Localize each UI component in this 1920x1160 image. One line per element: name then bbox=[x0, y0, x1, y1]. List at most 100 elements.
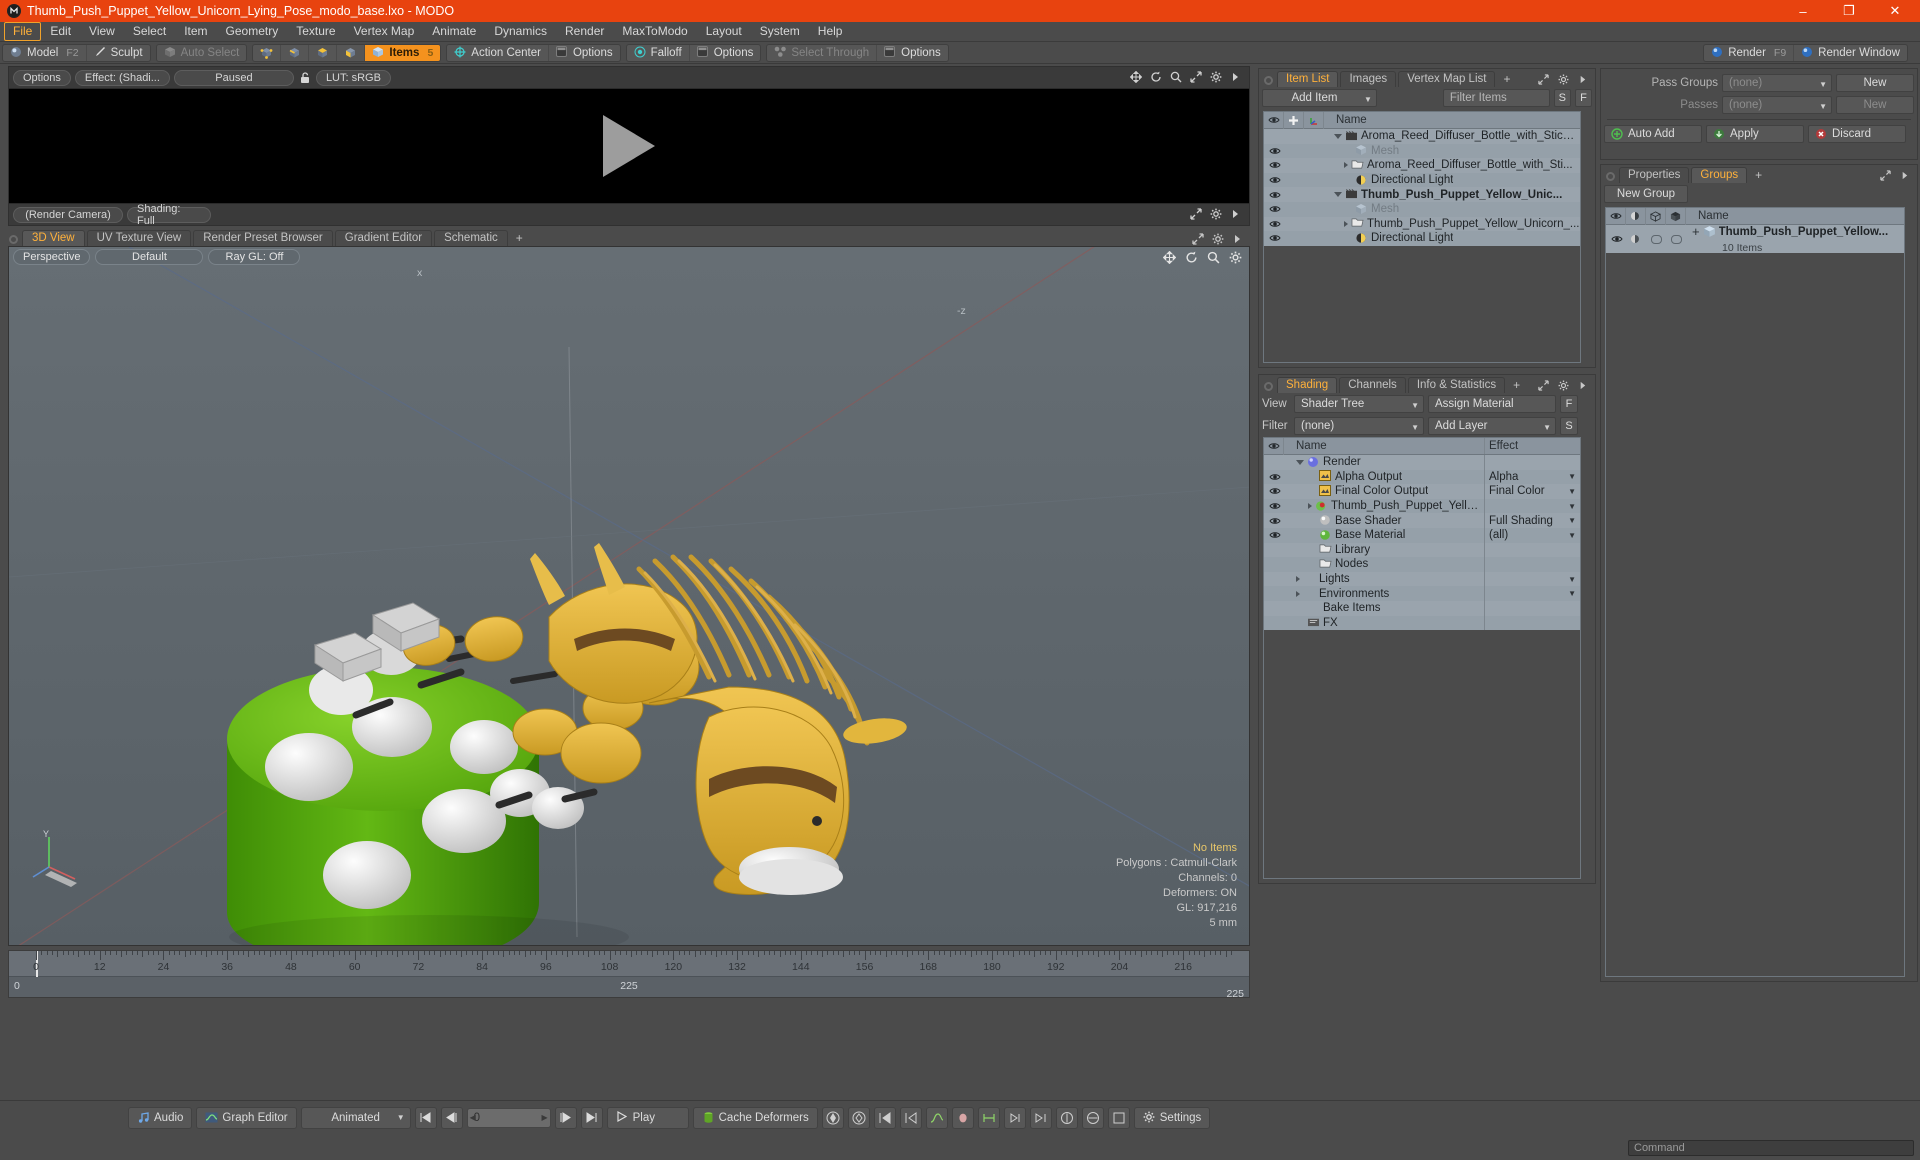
play-overlay-icon[interactable] bbox=[603, 115, 655, 177]
disclosure-triangle-open[interactable] bbox=[1334, 133, 1342, 139]
item-list-row[interactable]: Thumb_Push_Puppet_Yellow_Unic... bbox=[1264, 187, 1580, 202]
sculpt-mode-button[interactable]: Sculpt bbox=[87, 45, 150, 61]
gear-icon[interactable] bbox=[1210, 71, 1223, 84]
action-center-options-button[interactable]: Options bbox=[549, 45, 620, 61]
curve-key-button[interactable] bbox=[925, 1106, 948, 1129]
preview-canvas[interactable] bbox=[9, 89, 1249, 203]
timeline-ruler[interactable]: 0 12 24 36 48 60 72 84 96 108 120 132 144 156 168 180 19… bbox=[9, 951, 1249, 977]
falloff-button[interactable]: Falloff bbox=[627, 44, 690, 61]
viewport-settings-gear-icon[interactable] bbox=[1229, 251, 1242, 264]
viewport-rotate-icon[interactable] bbox=[1185, 251, 1198, 264]
new-group-button[interactable]: New Group bbox=[1604, 185, 1688, 203]
item-list-row[interactable]: Directional Light bbox=[1264, 231, 1580, 246]
fit-icon-2[interactable] bbox=[1190, 208, 1203, 221]
shader-visibility-toggle[interactable] bbox=[1268, 517, 1281, 525]
disclosure-triangle-closed[interactable] bbox=[1296, 590, 1300, 597]
discard-button[interactable]: Discard bbox=[1808, 125, 1906, 143]
tab-groups[interactable]: Groups bbox=[1691, 167, 1748, 183]
shader-row-effect[interactable] bbox=[1484, 557, 1580, 572]
preview-effect-dropdown[interactable]: Effect: (Shadi... bbox=[74, 69, 170, 86]
maximize-button[interactable]: ❐ bbox=[1826, 0, 1872, 22]
shading-mode-dropdown[interactable]: Shading: Full bbox=[127, 203, 211, 227]
play-button[interactable]: Play bbox=[606, 1106, 689, 1129]
key-all-button[interactable] bbox=[821, 1106, 844, 1129]
row-visibility-toggle[interactable] bbox=[1269, 132, 1280, 140]
shader-visibility-toggle[interactable] bbox=[1268, 531, 1281, 539]
add-layer-dropdown[interactable]: Add Layer ▼ bbox=[1428, 417, 1556, 435]
shader-row-effect[interactable] bbox=[1484, 615, 1580, 631]
shading-f-button[interactable]: F bbox=[1560, 395, 1578, 413]
previous-frame-button[interactable] bbox=[440, 1106, 463, 1129]
filter-items-input[interactable]: Filter Items bbox=[1442, 89, 1550, 107]
passes-dropdown[interactable]: (none) ▼ bbox=[1722, 96, 1832, 114]
shader-tree-row[interactable]: Base Shader Full Shading ▼ bbox=[1264, 513, 1580, 528]
shader-row-visibility-cell[interactable] bbox=[1264, 616, 1284, 631]
group-visibility-toggle[interactable] bbox=[1610, 235, 1623, 243]
shader-row-visibility-cell[interactable] bbox=[1264, 484, 1284, 499]
render-window-button[interactable]: Render Window bbox=[1794, 45, 1907, 61]
loop-forward-button[interactable] bbox=[1003, 1106, 1026, 1129]
axis-gizmo[interactable]: Y bbox=[31, 827, 101, 890]
shader-tree-row[interactable]: Base Material (all) ▼ bbox=[1264, 527, 1580, 543]
item-list-f-button[interactable]: F bbox=[1574, 89, 1593, 107]
item-list-menu-dot-icon[interactable] bbox=[1264, 76, 1273, 85]
menu-vertex-map[interactable]: Vertex Map bbox=[345, 22, 424, 41]
shader-row-effect[interactable] bbox=[1484, 600, 1580, 616]
auto-add-button[interactable]: Auto Add bbox=[1604, 125, 1702, 143]
group-expand-plus-icon[interactable]: + bbox=[1692, 224, 1700, 239]
shading-s-button[interactable]: S bbox=[1560, 417, 1578, 435]
key-mode-c-button[interactable] bbox=[1107, 1106, 1130, 1129]
graph-editor-button[interactable]: Graph Editor bbox=[196, 1106, 297, 1129]
preview-paused-button[interactable]: Paused bbox=[173, 69, 294, 86]
shader-row-effect[interactable] bbox=[1484, 455, 1580, 470]
disclosure-triangle-closed[interactable] bbox=[1344, 220, 1348, 227]
shader-row-visibility-cell[interactable] bbox=[1264, 499, 1284, 514]
row-visibility-toggle[interactable] bbox=[1268, 205, 1281, 213]
settings-button[interactable]: Settings bbox=[1133, 1106, 1211, 1129]
tab-properties[interactable]: Properties bbox=[1619, 167, 1690, 183]
go-to-start-button[interactable] bbox=[414, 1106, 437, 1129]
shader-row-effect[interactable] bbox=[1484, 542, 1580, 558]
animated-mode-dropdown[interactable]: Animated ▼ bbox=[300, 1106, 411, 1129]
shader-tree-row[interactable]: Thumb_Push_Puppet_Yello ... ▼ bbox=[1264, 498, 1580, 514]
shader-row-effect[interactable]: (all) ▼ bbox=[1484, 527, 1580, 543]
maximize-viewport-icon[interactable] bbox=[1192, 233, 1205, 246]
chevron-right-icon[interactable] bbox=[1230, 71, 1243, 84]
shader-row-visibility-cell[interactable] bbox=[1264, 470, 1284, 485]
item-list-row[interactable]: Thumb_Push_Puppet_Yellow_Unicorn_... bbox=[1264, 217, 1580, 232]
timeline-range-bar[interactable]: 0 225 bbox=[9, 977, 1249, 997]
viewport-3d[interactable]: Perspective Default Ray GL: Off -z x Y N… bbox=[8, 246, 1250, 946]
menu-texture[interactable]: Texture bbox=[287, 22, 344, 41]
shader-row-visibility-cell[interactable] bbox=[1264, 543, 1284, 558]
viewport-zoom-icon[interactable] bbox=[1207, 251, 1220, 264]
shader-row-effect[interactable]: Final Color ▼ bbox=[1484, 484, 1580, 499]
shader-visibility-toggle[interactable] bbox=[1268, 473, 1281, 481]
tab-render-preset-browser[interactable]: Render Preset Browser bbox=[193, 230, 333, 246]
menu-maxtomodo[interactable]: MaxToModo bbox=[613, 22, 696, 41]
tab-gradient-editor[interactable]: Gradient Editor bbox=[334, 230, 433, 246]
row-visibility-cell[interactable] bbox=[1264, 202, 1284, 217]
item-list-row[interactable]: Aroma_Reed_Diffuser_Bottle_with_Stick ..… bbox=[1264, 129, 1580, 144]
shader-row-visibility-cell[interactable] bbox=[1264, 586, 1284, 601]
row-visibility-toggle[interactable] bbox=[1268, 147, 1281, 155]
shader-row-visibility-cell[interactable] bbox=[1264, 455, 1284, 470]
tab-3d-view[interactable]: 3D View bbox=[22, 230, 85, 246]
shader-tree-row[interactable]: Render bbox=[1264, 455, 1580, 470]
prev-key-button[interactable] bbox=[873, 1106, 896, 1129]
tab-uv-texture-view[interactable]: UV Texture View bbox=[86, 230, 192, 246]
shader-row-effect[interactable]: ▼ bbox=[1484, 586, 1580, 601]
menu-render[interactable]: Render bbox=[556, 22, 613, 41]
close-button[interactable]: ✕ bbox=[1872, 0, 1918, 22]
ellipse-key-button[interactable] bbox=[951, 1106, 974, 1129]
zoom-icon[interactable] bbox=[1170, 71, 1183, 84]
row-lock-cell[interactable] bbox=[1284, 217, 1304, 232]
current-frame-input[interactable]: ◀ 0 ▶ bbox=[466, 1107, 551, 1128]
shader-tree-row[interactable]: Lights ▼ bbox=[1264, 571, 1580, 587]
tab-menu-dot-icon[interactable] bbox=[9, 235, 18, 244]
row-visibility-toggle[interactable] bbox=[1268, 220, 1281, 228]
row-visibility-toggle[interactable] bbox=[1268, 176, 1281, 184]
viewport-move-icon[interactable] bbox=[1163, 251, 1176, 264]
item-list-tab-add[interactable]: + bbox=[1497, 71, 1516, 87]
row-visibility-toggle[interactable] bbox=[1268, 161, 1281, 169]
shader-tree-row[interactable]: Bake Items bbox=[1264, 600, 1580, 616]
